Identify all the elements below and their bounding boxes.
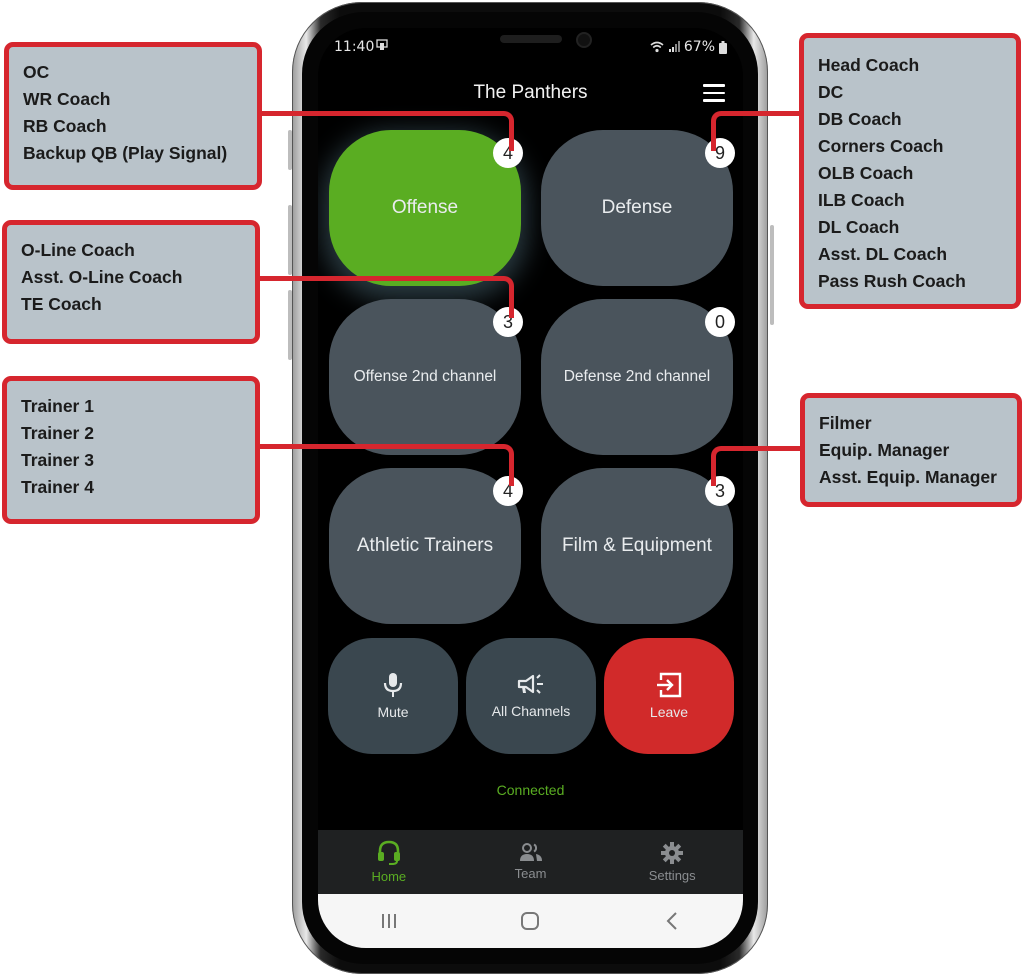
- notification-icon: [376, 39, 388, 50]
- team-icon: [519, 843, 542, 861]
- channel-label: Offense 2nd channel: [353, 368, 497, 385]
- leave-label: Leave: [649, 704, 689, 720]
- status-indicators: 67%: [650, 39, 727, 55]
- recents-icon[interactable]: [369, 906, 409, 936]
- exit-icon: [657, 672, 682, 698]
- member-name: DL Coach: [818, 217, 900, 237]
- status-bar: 11:40 67%: [318, 28, 743, 64]
- front-camera: [576, 32, 592, 48]
- callout-connector: [258, 444, 514, 486]
- phone-side-button: [288, 205, 292, 275]
- callout-defense-members: Head Coach DC DB Coach Corners Coach OLB…: [799, 33, 1021, 309]
- channel-offense-2nd[interactable]: Offense 2nd channel 3: [329, 299, 523, 455]
- member-name: DB Coach: [818, 109, 902, 129]
- member-name: Trainer 3: [21, 450, 94, 470]
- channel-label: Film & Equipment: [562, 535, 712, 556]
- callout-connector: [711, 111, 803, 151]
- channel-label: Offense: [391, 197, 459, 218]
- nav-settings-label: Settings: [648, 868, 696, 883]
- status-time: 11:40: [334, 39, 375, 55]
- earpiece-speaker: [500, 35, 562, 43]
- megaphone-icon: [517, 674, 543, 694]
- member-name: Trainer 2: [21, 423, 94, 443]
- member-name: O-Line Coach: [21, 240, 135, 260]
- nav-settings[interactable]: Settings: [601, 830, 743, 894]
- member-name: TE Coach: [21, 294, 102, 314]
- callout-connector: [258, 276, 514, 318]
- channel-defense-2nd[interactable]: Defense 2nd channel 0: [541, 299, 735, 455]
- member-name: Corners Coach: [818, 136, 944, 156]
- channel-label: Athletic Trainers: [356, 535, 494, 556]
- channel-label: Defense: [601, 197, 673, 218]
- nav-team-label: Team: [514, 866, 547, 881]
- channel-athletic-trainers[interactable]: Athletic Trainers 4: [329, 468, 523, 624]
- battery-icon: [719, 40, 727, 54]
- callout-film-equipment-members: Filmer Equip. Manager Asst. Equip. Manag…: [800, 393, 1022, 507]
- home-icon[interactable]: [510, 906, 550, 936]
- member-name: OC: [23, 62, 50, 82]
- wifi-icon: [650, 41, 664, 53]
- battery-percentage: 67%: [683, 39, 715, 55]
- member-name: WR Coach: [23, 89, 111, 109]
- member-count-badge: 0: [705, 307, 735, 337]
- callout-connector: [258, 111, 514, 151]
- headset-icon: [377, 840, 400, 865]
- callout-connector: [711, 446, 803, 486]
- member-name: Asst. DL Coach: [818, 244, 948, 264]
- channel-offense[interactable]: Offense 4: [329, 130, 523, 286]
- bottom-navigation: Home Team Settings: [318, 830, 743, 894]
- member-name: OLB Coach: [818, 163, 914, 183]
- phone-side-button: [770, 225, 774, 325]
- member-name: Equip. Manager: [819, 440, 950, 460]
- member-name: Trainer 4: [21, 477, 94, 497]
- member-name: Asst. O-Line Coach: [21, 267, 183, 287]
- hamburger-menu-icon[interactable]: [703, 84, 725, 102]
- team-title: The Panthers: [473, 82, 588, 103]
- back-icon[interactable]: [652, 906, 692, 936]
- member-name: Pass Rush Coach: [818, 271, 966, 291]
- signal-icon: [668, 41, 680, 52]
- nav-home-label: Home: [371, 869, 407, 884]
- nav-home[interactable]: Home: [318, 830, 460, 894]
- channel-label: Defense 2nd channel: [563, 368, 711, 385]
- callout-trainers-members: Trainer 1 Trainer 2 Trainer 3 Trainer 4: [2, 376, 260, 524]
- nav-team[interactable]: Team: [460, 830, 602, 894]
- member-name: Filmer: [819, 413, 872, 433]
- channel-defense[interactable]: Defense 9: [541, 130, 735, 286]
- all-channels-button[interactable]: All Channels: [466, 638, 596, 754]
- member-name: DC: [818, 82, 844, 102]
- system-navigation-bar: [318, 894, 743, 948]
- leave-button[interactable]: Leave: [604, 638, 734, 754]
- member-name: RB Coach: [23, 116, 107, 136]
- callout-offense-2nd-members: O-Line Coach Asst. O-Line Coach TE Coach: [2, 220, 260, 344]
- all-channels-label: All Channels: [491, 703, 571, 719]
- member-name: Backup QB (Play Signal): [23, 143, 228, 163]
- member-name: Head Coach: [818, 55, 920, 75]
- microphone-icon: [383, 673, 403, 697]
- member-name: ILB Coach: [818, 190, 905, 210]
- channel-film-equipment[interactable]: Film & Equipment 3: [541, 468, 735, 624]
- phone-screen: 11:40 67% The Panthers Offense 4 Defense…: [318, 28, 743, 948]
- mute-label: Mute: [377, 704, 409, 720]
- member-name: Trainer 1: [21, 396, 94, 416]
- mute-button[interactable]: Mute: [328, 638, 458, 754]
- callout-offense-members: OC WR Coach RB Coach Backup QB (Play Sig…: [4, 42, 262, 190]
- gear-icon: [661, 842, 684, 864]
- member-name: Asst. Equip. Manager: [819, 467, 997, 487]
- connection-status: Connected: [496, 782, 565, 798]
